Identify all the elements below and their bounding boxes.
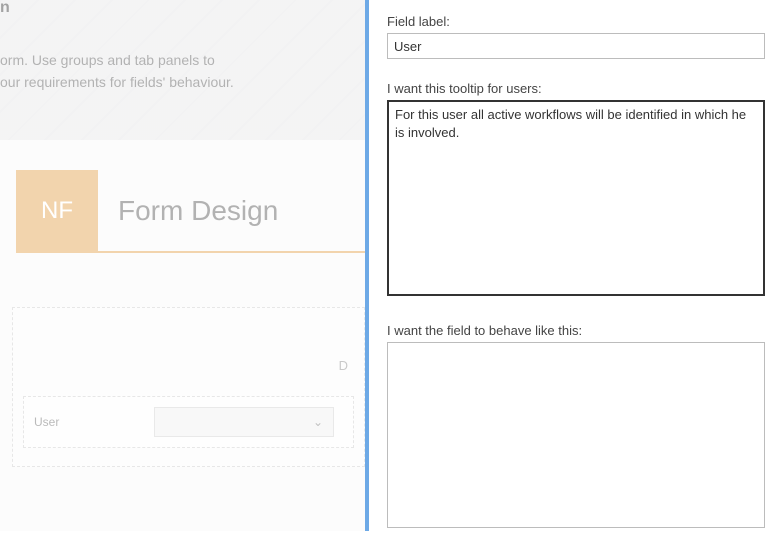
hero-description-line-2: our requirements for fields' behaviour.	[0, 72, 357, 94]
field-container-user[interactable]: User ⌄	[23, 396, 354, 448]
hero-title-fragment: n	[0, 0, 10, 17]
placeholder-letter: D	[339, 358, 348, 373]
field-label-caption: Field label:	[387, 14, 765, 29]
hero-banner: n orm. Use groups and tab panels to our …	[0, 0, 365, 140]
drop-placeholder: D	[23, 318, 354, 388]
field-label-user: User	[34, 415, 134, 429]
behave-textarea[interactable]	[387, 342, 765, 528]
tooltip-textarea[interactable]	[387, 100, 765, 296]
behave-caption: I want the field to behave like this:	[387, 323, 765, 338]
user-dropdown[interactable]: ⌄	[154, 407, 334, 437]
form-drop-zone[interactable]: D User ⌄	[12, 307, 365, 467]
tooltip-caption: I want this tooltip for users:	[387, 81, 765, 96]
section-header: NF Form Design	[16, 170, 365, 253]
properties-panel: Field label: I want this tooltip for use…	[365, 0, 783, 531]
chevron-down-icon: ⌄	[313, 415, 323, 429]
field-label-input[interactable]	[387, 33, 765, 59]
hero-description-line-1: orm. Use groups and tab panels to	[0, 50, 357, 72]
main-canvas: n orm. Use groups and tab panels to our …	[0, 0, 365, 531]
section-badge: NF	[16, 170, 98, 252]
section-title: Form Design	[118, 195, 278, 227]
